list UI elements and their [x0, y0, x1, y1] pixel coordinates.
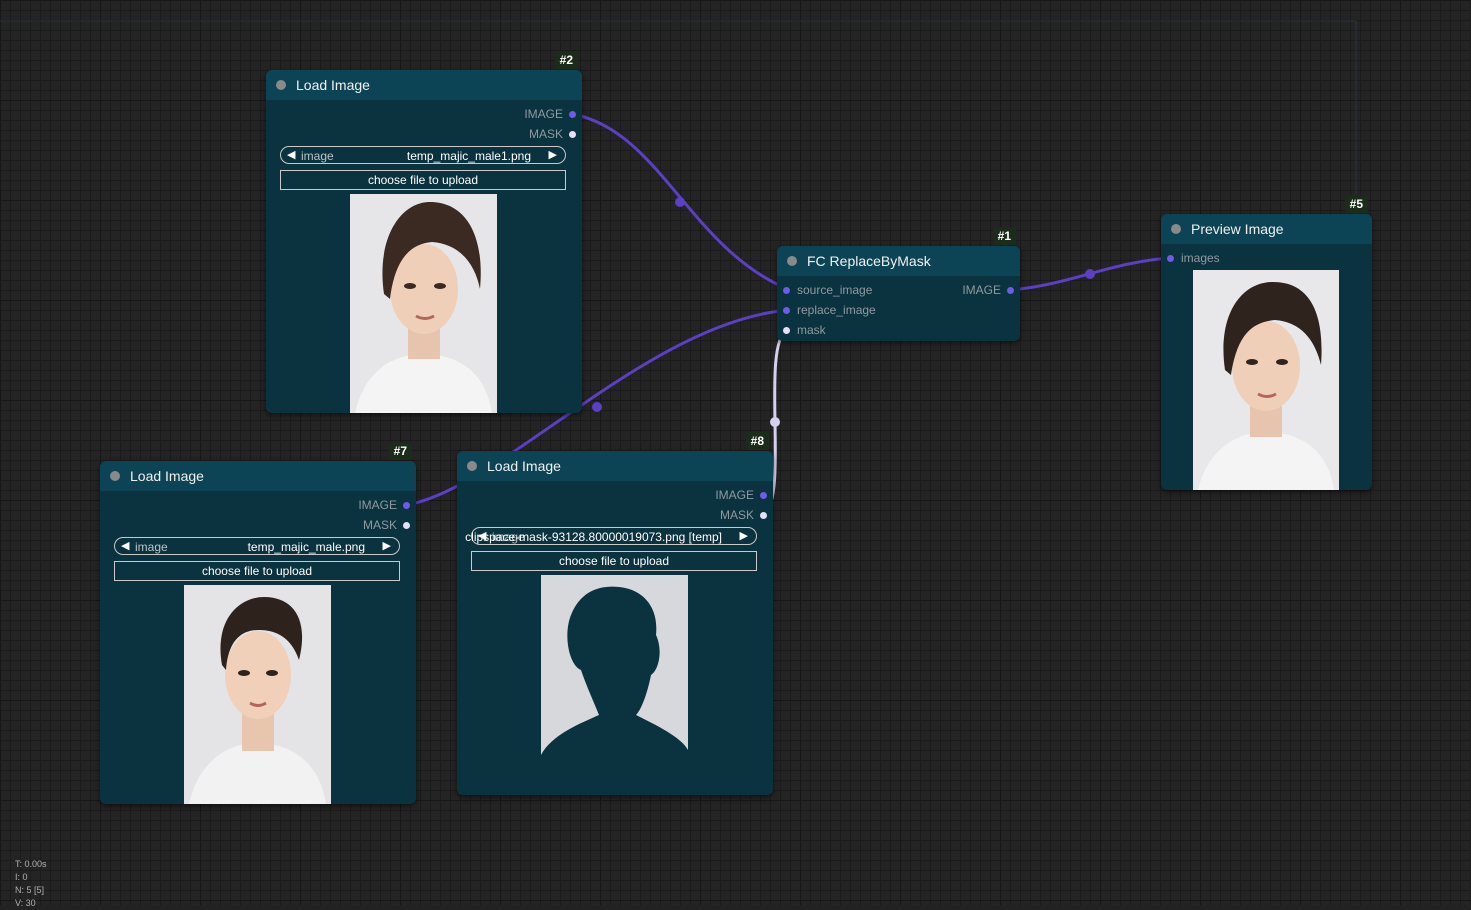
node-title: Load Image [296, 77, 370, 93]
node-id-badge: #8 [745, 432, 769, 450]
collapse-dot-icon[interactable] [787, 256, 797, 266]
image-combo-widget[interactable]: ◀ image temp_majic_male1.png ▶ [280, 146, 566, 164]
node-id-badge: #5 [1344, 195, 1368, 213]
slot-dot-icon[interactable] [760, 512, 767, 519]
output-slot-mask[interactable]: MASK [363, 518, 410, 534]
node-title-bar[interactable]: Load Image [100, 461, 416, 491]
combo-left-arrow-icon[interactable]: ◀ [121, 539, 129, 552]
mask-preview-thumbnail [541, 575, 688, 795]
node-title-bar[interactable]: Preview Image [1161, 214, 1372, 244]
combo-left-arrow-icon[interactable]: ◀ [287, 148, 295, 161]
stats-v: V: 30 [15, 898, 36, 908]
collapse-dot-icon[interactable] [467, 461, 477, 471]
slot-dot-icon[interactable] [1007, 287, 1014, 294]
node-title-bar[interactable]: Load Image [457, 451, 773, 481]
node-title: Preview Image [1191, 221, 1284, 237]
node-title: Load Image [130, 468, 204, 484]
output-slot-mask[interactable]: MASK [529, 127, 576, 143]
slot-dot-icon[interactable] [403, 502, 410, 509]
fc-replacebymask-node-1[interactable]: #1 FC ReplaceByMask source_image replace… [777, 227, 1020, 341]
output-slot-image[interactable]: IMAGE [358, 498, 410, 514]
stats-i: I: 0 [15, 872, 28, 882]
choose-file-upload-button[interactable]: choose file to upload [114, 561, 400, 581]
image-preview-thumbnail [350, 194, 497, 413]
input-slot-mask[interactable]: mask [783, 323, 826, 339]
combo-right-arrow-icon[interactable]: ▶ [549, 148, 557, 161]
graph-stats-overlay: T: 0.00s I: 0 N: 5 [5] V: 30 [15, 858, 47, 910]
stats-time: T: 0.00s [15, 859, 47, 869]
slot-dot-icon[interactable] [569, 131, 576, 138]
input-slot-source-image[interactable]: source_image [783, 283, 872, 299]
output-slot-image[interactable]: IMAGE [715, 488, 767, 504]
node-id-badge: #1 [992, 227, 1016, 245]
load-image-node-2[interactable]: #2 Load Image IMAGE MASK ◀ image temp_ma… [266, 51, 582, 413]
slot-dot-icon[interactable] [783, 327, 790, 334]
load-image-node-8[interactable]: #8 Load Image IMAGE MASK ◀ image clipspa… [457, 432, 773, 795]
slot-dot-icon[interactable] [760, 492, 767, 499]
choose-file-upload-button[interactable]: choose file to upload [471, 551, 757, 571]
node-title-bar[interactable]: Load Image [266, 70, 582, 100]
node-id-badge: #7 [388, 442, 412, 460]
choose-file-upload-button[interactable]: choose file to upload [280, 170, 566, 190]
input-slot-images[interactable]: images [1167, 251, 1220, 267]
node-id-badge: #2 [554, 51, 578, 69]
output-slot-image[interactable]: IMAGE [524, 107, 576, 123]
node-title: FC ReplaceByMask [807, 253, 931, 269]
image-combo-widget[interactable]: ◀ image temp_majic_male.png ▶ [114, 537, 400, 555]
collapse-dot-icon[interactable] [276, 80, 286, 90]
collapse-dot-icon[interactable] [1171, 224, 1181, 234]
node-title: Load Image [487, 458, 561, 474]
image-preview-thumbnail [184, 585, 331, 804]
image-preview-thumbnail [1193, 270, 1339, 490]
slot-dot-icon[interactable] [569, 111, 576, 118]
collapse-dot-icon[interactable] [110, 471, 120, 481]
image-combo-widget[interactable]: ◀ image clipspace-mask-93128.80000019073… [465, 527, 757, 545]
stats-nodes: N: 5 [5] [15, 885, 45, 895]
preview-image-node-5[interactable]: #5 Preview Image images [1161, 195, 1372, 490]
slot-dot-icon[interactable] [783, 307, 790, 314]
combo-right-arrow-icon[interactable]: ▶ [740, 529, 748, 542]
slot-dot-icon[interactable] [783, 287, 790, 294]
load-image-node-7[interactable]: #7 Load Image IMAGE MASK ◀ image temp_ma… [100, 442, 416, 804]
output-slot-image[interactable]: IMAGE [962, 283, 1014, 299]
node-title-bar[interactable]: FC ReplaceByMask [777, 246, 1020, 276]
slot-dot-icon[interactable] [1167, 255, 1174, 262]
combo-right-arrow-icon[interactable]: ▶ [383, 539, 391, 552]
output-slot-mask[interactable]: MASK [720, 508, 767, 524]
input-slot-replace-image[interactable]: replace_image [783, 303, 876, 319]
slot-dot-icon[interactable] [403, 522, 410, 529]
